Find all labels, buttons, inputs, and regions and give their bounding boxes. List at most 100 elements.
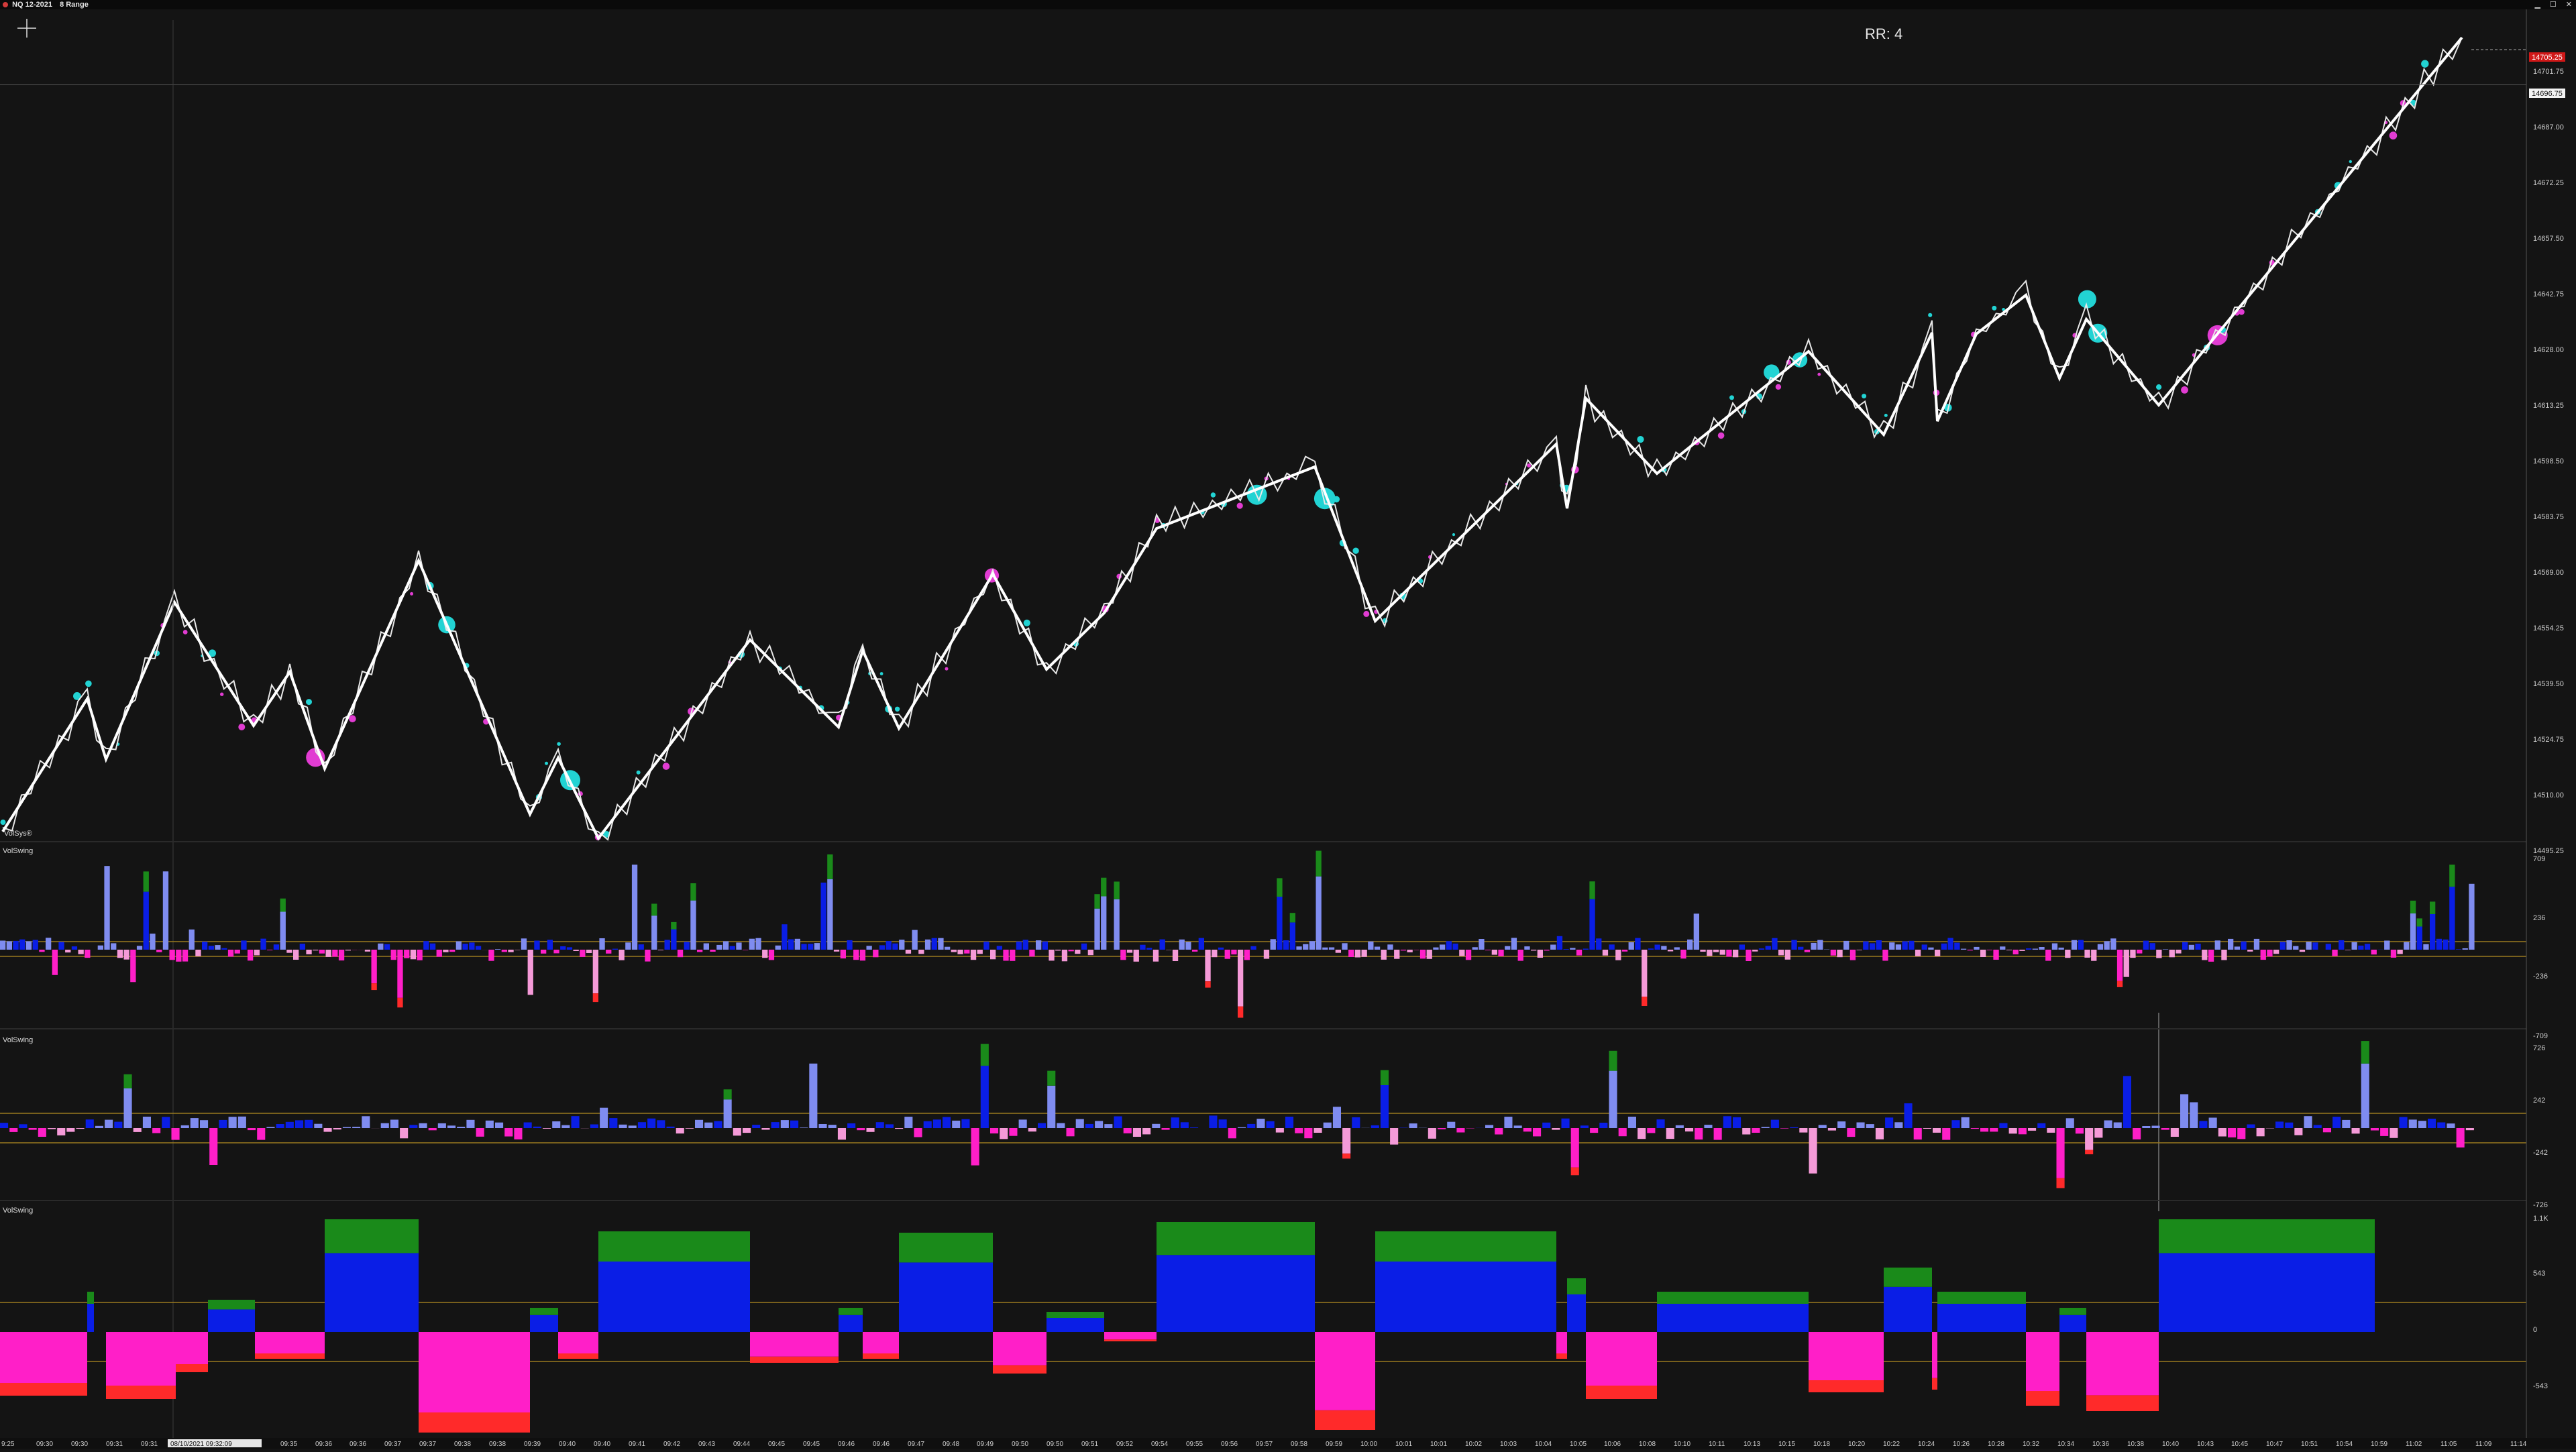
time-axis-label: 10:28 [1988,1441,2004,1448]
buy-volume-bar [1902,942,1908,950]
buy-volume-bar [572,1116,580,1128]
time-axis-label: 10:11 [1709,1441,1725,1448]
sell-volume-bar [686,1128,694,1129]
sell-volume-bar [156,950,162,952]
buy-volume-bar [1635,938,1640,950]
maximize-icon[interactable]: ☐ [2550,0,2557,9]
sell-volume-bar [914,1128,922,1137]
buy-volume-bar [983,942,989,950]
buy-volume-bar [1657,1119,1665,1128]
buy-volume-bar [423,941,429,950]
sell-volume-bar [1228,1128,1236,1138]
sell-volume-bar [1314,1128,1322,1133]
sell-volume-bar [1805,950,1810,952]
sell-volume-bar [514,1128,522,1139]
buy-volume-bar [1505,946,1510,950]
buy-volume-bar [1296,946,1301,950]
minimize-icon[interactable]: ▁ [2534,0,2540,9]
right-axis[interactable]: 14701.7514687.0014672.2514657.5014642.75… [2526,9,2576,1449]
swing-sell-block [106,1332,176,1386]
sell-volume-bar [1518,950,1523,961]
close-icon[interactable]: ✕ [2566,0,2572,9]
sell-volume-bar [339,950,344,960]
buy-delta-cap [1114,882,1120,899]
sell-volume-bar [977,950,983,954]
panel-1-label: VolSwing [3,847,33,855]
sell-volume-bar [2169,950,2175,957]
buy-volume-bar [456,942,462,950]
buy-volume-bar [885,1124,894,1128]
buy-delta-cap [2361,1041,2369,1064]
sell-volume-bar [2371,1128,2379,1131]
sell-volume-bar [365,950,370,952]
buy-volume-bar [1866,1124,1874,1128]
time-axis-label: 09:38 [489,1441,506,1448]
buy-volume-bar [1094,909,1099,950]
buy-volume-bar [1562,1119,1570,1128]
panel-3-label: VolSwing [3,1207,33,1215]
swing-sell-delta [1932,1378,1937,1390]
sell-volume-bar [254,950,260,955]
cyan-volume-dot [1352,548,1358,554]
time-axis-label: 09:43 [698,1441,715,1448]
swing-sell-block [255,1332,325,1353]
buy-volume-bar [771,1122,780,1128]
sell-volume-bar [9,1128,17,1132]
buy-volume-bar [1798,947,1803,950]
last-price-text: 14705.25 [2532,54,2563,62]
sell-volume-bar [2202,950,2207,960]
swing-buy-block [1937,1304,2026,1332]
buy-volume-bar [1219,1119,1227,1128]
magenta-volume-dot [220,693,223,696]
indicator-axis-label: 1.1K [2533,1215,2548,1223]
sell-volume-bar [1142,1128,1150,1134]
magenta-volume-dot [945,667,949,671]
swing-sell-block [558,1332,598,1353]
buy-volume-bar [362,1116,370,1128]
buy-volume-bar [276,1124,284,1128]
price-axis-label: 14510.00 [2533,791,2564,799]
buy-volume-bar [1447,1122,1455,1128]
magenta-volume-dot [1718,433,1725,439]
time-axis-label: 10:24 [1918,1441,1935,1448]
buy-delta-cap [1277,878,1282,897]
sell-volume-bar [1295,1128,1303,1133]
time-axis-label: 09:30 [71,1441,88,1448]
sell-delta-cap [2085,1150,2093,1155]
time-axis-label: 10:08 [1639,1441,1656,1448]
buy-volume-bar [2078,940,2084,950]
buy-delta-cap [1101,878,1106,897]
sell-volume-bar [2398,950,2403,954]
time-axis-label: 09:52 [1116,1441,1133,1448]
swing-sell-delta [0,1383,87,1396]
time-axis-label: 09:30 [36,1441,53,1448]
sell-volume-bar [2273,950,2279,954]
sell-volume-bar [1533,1128,1541,1136]
sell-volume-bar [78,950,84,954]
bar-type-label[interactable]: 8 Range [60,1,89,9]
sell-volume-bar [2047,1128,2055,1133]
swing-sell-block [176,1332,208,1364]
buy-volume-bar [381,1123,389,1128]
sell-volume-bar [2124,950,2129,977]
buy-volume-bar [1271,939,1276,950]
buy-volume-bar [2104,941,2110,950]
sell-volume-bar [1695,1128,1703,1139]
sell-volume-bar [1009,1128,1017,1136]
time-axis[interactable]: 9:2509:3009:3009:3109:3109:3509:3609:360… [0,1438,2576,1449]
buy-volume-bar [2254,939,2259,950]
time-axis-label: 10:51 [2301,1441,2318,1448]
buy-volume-bar [2400,1117,2408,1129]
sell-volume-bar [2045,950,2051,961]
time-axis-label: 09:39 [524,1441,541,1448]
sell-volume-bar [417,950,423,960]
sell-volume-bar [1088,950,1093,955]
buy-volume-bar [2418,1121,2426,1128]
sell-volume-bar [645,950,650,962]
sell-volume-bar [2019,950,2025,951]
sell-volume-bar [2261,950,2266,960]
chart-stage[interactable]: RR: 4 VolSys® VolSwing VolSwing VolSwing [0,9,2576,1449]
buy-volume-bar [2241,942,2246,950]
buy-volume-bar [1941,944,1947,950]
instrument-label[interactable]: NQ 12-2021 [12,1,52,9]
